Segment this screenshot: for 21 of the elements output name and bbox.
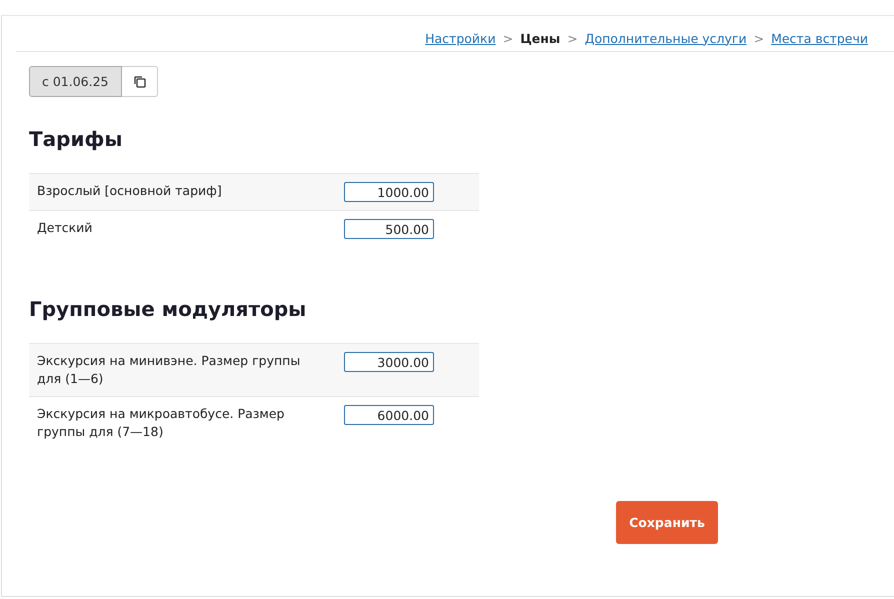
price-field[interactable]: 3000.00	[344, 352, 434, 372]
price-field[interactable]: 6000.00	[344, 405, 434, 425]
section-heading: Тарифы	[29, 127, 124, 151]
price-field[interactable]: 1000.00	[344, 182, 434, 202]
price-label: Экскурсия на микроавтобусе. Размер группы для (7—18)	[37, 405, 286, 441]
save-button[interactable]: Сохранить	[616, 501, 718, 544]
breadcrumb-link[interactable]: Настройки	[425, 30, 496, 46]
breadcrumb-separator: >	[754, 30, 764, 46]
breadcrumb-link[interactable]: Дополнительные услуги	[584, 30, 747, 46]
breadcrumb-separator: >	[567, 30, 578, 46]
copy-icon	[132, 75, 146, 88]
price-label: Взрослый [основной тариф]	[37, 182, 223, 200]
price-label: Детский	[37, 219, 94, 237]
section-heading: Групповые модуляторы	[29, 297, 308, 321]
period-tab[interactable]: с 01.06.25	[29, 66, 122, 97]
breadcrumb-separator: >	[502, 30, 514, 46]
price-field[interactable]: 500.00	[344, 219, 434, 239]
copy-button[interactable]	[122, 66, 158, 97]
breadcrumb-current: Цены	[520, 30, 560, 46]
breadcrumb-link[interactable]: Места встречи	[771, 30, 868, 46]
price-label: Экскурсия на минивэне. Размер группы для (1—6)	[37, 352, 302, 388]
